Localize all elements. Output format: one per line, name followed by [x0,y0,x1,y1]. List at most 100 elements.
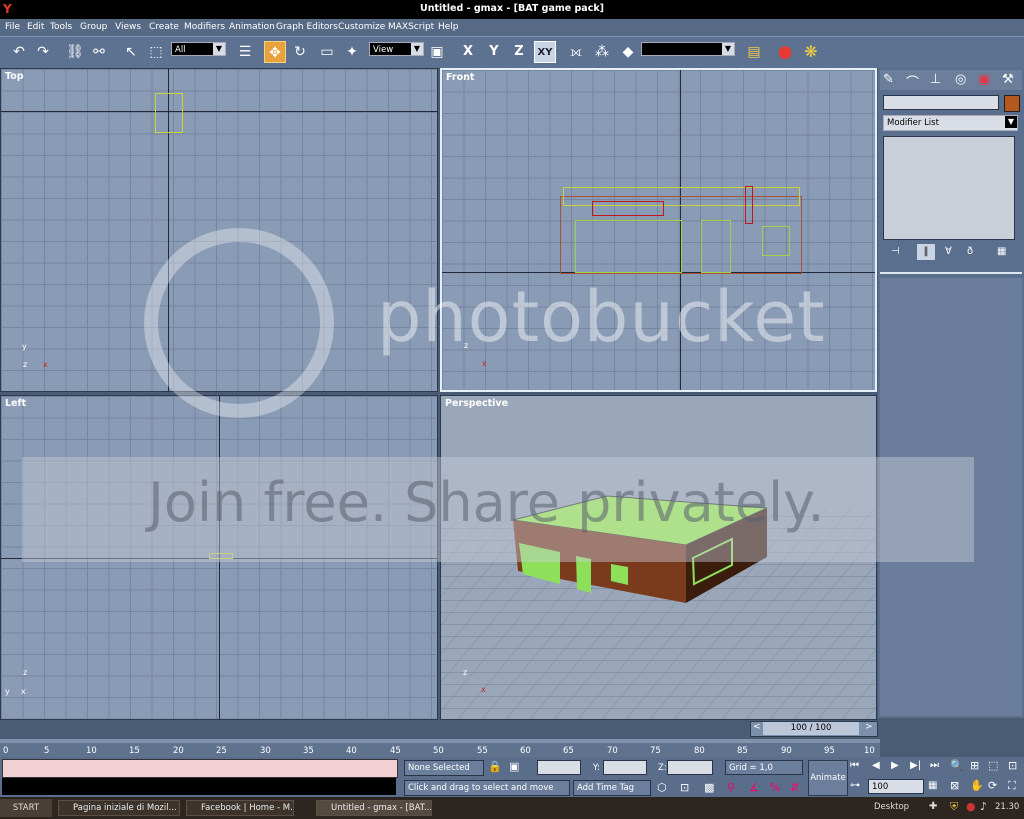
menu-customize[interactable]: Customize [338,22,385,32]
go-to-start-icon[interactable]: ⏮ [850,760,859,771]
next-frame-icon[interactable]: ▶| [910,760,921,771]
restrict-x-button[interactable]: X [457,41,479,63]
modify-tab-icon[interactable]: ⌒ [906,72,919,91]
rotate-tool-icon[interactable]: ↻ [289,41,311,63]
region-select-icon[interactable]: ⬚ [145,41,167,63]
zoom-extents-all-icon[interactable]: ⊡ [1008,759,1017,772]
time-config-icon[interactable]: ▦ [928,780,937,791]
play-icon[interactable]: ▶ [891,760,899,771]
material-editor-icon[interactable]: ❋ [800,41,822,63]
crossing-icon[interactable]: ⊡ [680,781,689,794]
array-icon[interactable]: ⁂ [591,41,613,63]
pan-hand-icon[interactable]: ✋ [970,779,984,792]
add-time-tag-button[interactable]: Add Time Tag [573,780,651,796]
maxscript-listener[interactable] [2,759,398,778]
tray-shield-icon[interactable]: ⛨ [950,800,958,814]
maxscript-output[interactable] [2,778,396,795]
make-unique-icon[interactable]: ∀ [945,246,952,257]
menu-create[interactable]: Create [149,22,179,32]
current-frame-field[interactable]: 100 [868,779,924,794]
menu-animation[interactable]: Animation [229,22,275,32]
menu-help[interactable]: Help [438,22,459,32]
tray-antivirus-icon[interactable]: ● [966,800,976,813]
go-to-end-icon[interactable]: ⏭ [930,760,939,771]
menu-modifiers[interactable]: Modifiers [184,22,225,32]
remove-modifier-icon[interactable]: ð [967,246,973,257]
percent-snap-icon[interactable]: % [770,781,780,794]
mirror-icon[interactable]: ⟗ [565,41,587,63]
pivot-center-icon[interactable]: ▣ [426,41,448,63]
layers-icon[interactable]: ▤ [743,41,765,63]
link-icon[interactable]: ⛓ [64,41,86,63]
time-slider-next-icon[interactable]: > [865,722,873,732]
angle-snap-icon[interactable]: ∡ [749,781,759,794]
taskbar-item-gmax[interactable]: Untitled - gmax - [BAT... [316,800,432,816]
viewport-label-front[interactable]: Front [446,72,474,83]
menu-maxscript[interactable]: MAXScript [388,22,434,32]
lock-selection-icon[interactable]: 🔒 [488,760,502,773]
time-slider[interactable]: < 100 / 100 > [750,721,878,737]
render-scene-icon[interactable]: ● [774,41,796,63]
absolute-mode-icon[interactable]: ▣ [509,760,519,773]
tray-volume-icon[interactable]: ♪ [980,800,987,813]
pin-stack-icon[interactable]: ⊣ [891,246,900,257]
z-coord-field[interactable] [667,760,713,775]
motion-tab-icon[interactable]: ◎ [955,72,966,87]
zoom-all-icon[interactable]: ⊞ [970,759,979,772]
object-color-swatch[interactable] [1004,95,1020,112]
modifier-list-dropdown[interactable]: Modifier List ▼ [883,115,1018,131]
menu-group[interactable]: Group [80,22,107,32]
menu-edit[interactable]: Edit [27,22,44,32]
unlink-icon[interactable]: ⚯ [88,41,110,63]
selection-lock-icon[interactable]: ⬡ [657,781,667,794]
viewport-label-top[interactable]: Top [5,71,24,82]
restrict-z-button[interactable]: Z [508,41,530,63]
named-selection-dropdown[interactable]: ▼ [641,42,735,56]
select-by-name-icon[interactable]: ☰ [234,41,256,63]
align-icon[interactable]: ◆ [617,41,639,63]
desktop-toolbar-label[interactable]: Desktop [874,802,909,812]
select-object-icon[interactable]: ↖ [120,41,142,63]
show-end-result-icon[interactable]: ‖ [917,244,935,260]
display-tab-icon[interactable]: ▣ [978,72,990,87]
viewport-label-left[interactable]: Left [5,398,26,409]
redo-icon[interactable]: ↷ [32,41,54,63]
zoom-icon[interactable]: 🔍 [950,759,964,772]
time-slider-prev-icon[interactable]: < [753,722,761,732]
menu-file[interactable]: File [5,22,20,32]
undo-icon[interactable]: ↶ [8,41,30,63]
move-tool-icon[interactable]: ✥ [264,41,286,63]
maximize-viewport-icon[interactable]: ⛶ [1008,779,1016,793]
menu-views[interactable]: Views [115,22,141,32]
restrict-xy-button[interactable]: XY [534,41,556,63]
toolbar-expand-icon[interactable]: ✚ [929,801,937,812]
utilities-tab-icon[interactable]: ⚒ [1002,72,1014,87]
taskbar-item-facebook[interactable]: Facebook | Home - M... [186,800,294,816]
selection-filter-dropdown[interactable]: All ▼ [171,42,226,56]
hierarchy-tab-icon[interactable]: ⊥ [930,72,941,87]
coord-system-dropdown[interactable]: View ▼ [369,42,424,56]
pivot-icon[interactable]: ✦ [341,41,363,63]
restrict-y-button[interactable]: Y [483,41,505,63]
modifier-stack[interactable] [883,136,1015,240]
start-button[interactable]: START [0,799,52,817]
track-bar[interactable]: 0 5 10 15 20 25 30 35 40 45 50 55 60 65 … [0,739,880,757]
configure-sets-icon[interactable]: ▦ [997,246,1006,257]
key-mode-icon[interactable]: ⊶ [850,780,860,791]
y-coord-field[interactable] [603,760,647,775]
spinner-snap-icon[interactable]: ⇵ [790,781,799,794]
scale-tool-icon[interactable]: ▭ [316,41,338,63]
building-outline-top[interactable] [155,93,183,133]
animate-button[interactable]: Animate [808,760,848,796]
create-tab-icon[interactable]: ✎ [883,72,894,87]
object-name-field[interactable] [883,95,999,110]
zoom-extents-icon[interactable]: ⬚ [988,759,998,772]
snap-3d-icon[interactable]: ⚲ [727,781,735,794]
degradation-icon[interactable]: ▩ [704,781,714,794]
menu-tools[interactable]: Tools [50,22,72,32]
menu-graph-editors[interactable]: Graph Editors [276,22,338,32]
frame-counter[interactable]: 100 / 100 [763,722,859,735]
previous-frame-icon[interactable]: ◀ [872,760,880,771]
x-coord-field[interactable] [537,760,581,775]
taskbar-item-firefox[interactable]: Pagina iniziale di Mozil... [58,800,180,816]
